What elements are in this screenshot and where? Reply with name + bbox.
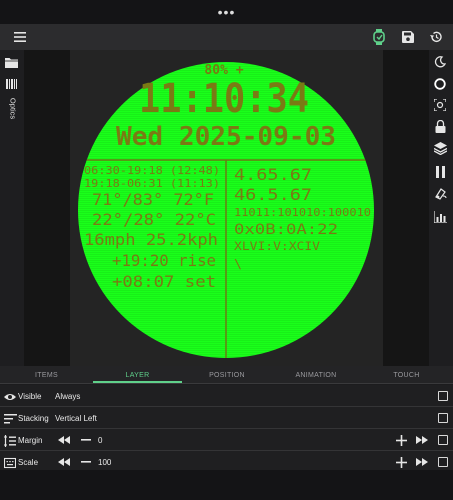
watch-sync-icon[interactable] [370,28,390,46]
history-icon[interactable] [425,28,445,46]
margin-row: Margin 0 [0,429,453,451]
circle-icon[interactable] [434,77,446,95]
focus-frame-icon[interactable] [433,98,447,116]
bottom-bar [0,470,453,500]
palette-icon[interactable] [434,187,447,205]
left-info-line-6: +19:20 rise [112,251,216,270]
margin-fast-decrease-icon[interactable] [57,434,71,446]
left-info-line-2: 19:18-06:31 (11:13) [84,178,220,190]
right-info-line-4: 0x0B:0A:22 [234,222,338,238]
margin-fast-increase-icon[interactable] [415,434,429,446]
stacking-value[interactable]: Vertical Left [55,407,97,429]
left-info-line-7: +08:07 set [112,272,216,291]
main-toolbar [0,24,453,50]
margin-icon [4,434,16,447]
pause-icon[interactable] [436,165,446,183]
right-side-panel [429,50,453,366]
optics-panel-tab[interactable]: Optics [2,76,22,140]
folder-icon[interactable] [5,55,18,73]
right-info-line-6: \ [234,257,242,271]
left-info-line-1: 06:30-19:18 (12:48) [84,165,220,177]
scale-decrease-icon[interactable] [79,456,93,468]
visible-value[interactable]: Always [55,385,80,407]
watch-face-preview[interactable]: 80% + 11:10:34 Wed 2025-09-03 06:30-19:1… [24,50,429,366]
right-info-line-3: 11011:101010:100010 [234,206,371,219]
left-info-line-4: 22°/28° 22°C [92,210,216,229]
stacking-row: Stacking Vertical Left [0,407,453,429]
eye-icon [4,390,16,402]
moon-icon[interactable] [434,55,447,73]
left-info-line-3: 71°/83° 72°F [92,190,214,209]
margin-increase-icon[interactable] [394,434,408,446]
tab-position[interactable]: POSITION [182,366,272,384]
right-info-line-1: 4.65.67 [234,165,312,184]
margin-checkbox[interactable] [438,435,448,445]
date-text: Wed 2025-09-03 [116,122,336,152]
time-text: 11:10:34 [139,76,309,122]
preview-canvas: 80% + 11:10:34 Wed 2025-09-03 06:30-19:1… [24,50,429,366]
scale-fast-increase-icon[interactable] [415,456,429,468]
right-info-line-2: 46.5.67 [234,185,312,204]
visible-checkbox[interactable] [438,391,448,401]
scale-checkbox[interactable] [438,457,448,467]
property-tabs: ITEMS LAYER POSITION ANIMATION TOUCH [0,366,453,384]
left-info-line-5: 16mph 25.2kph [84,230,218,249]
left-side-panel: Optics [0,50,24,366]
stacking-label: Stacking [18,413,49,423]
tab-touch[interactable]: TOUCH [360,366,453,384]
tab-items[interactable]: ITEMS [0,366,93,384]
hamburger-menu-icon[interactable] [10,28,30,46]
margin-decrease-icon[interactable] [79,434,93,446]
active-tab-indicator [93,381,182,383]
margin-label: Margin [18,435,43,445]
window-top-strip: ••• [0,0,453,24]
right-info-line-5: XLVI:V:XCIV [234,239,320,253]
optics-tab-label: Optics [8,97,18,120]
visible-row: Visible Always [0,385,453,407]
layers-icon[interactable] [433,142,448,160]
stacking-icon [4,412,17,424]
save-icon[interactable] [398,28,418,46]
scale-increase-icon[interactable] [394,456,408,468]
visible-label: Visible [18,391,42,401]
chart-icon[interactable] [433,210,447,228]
tab-animation[interactable]: ANIMATION [272,366,360,384]
lock-icon[interactable] [435,119,446,138]
margin-value[interactable]: 0 [98,429,102,451]
scale-fast-decrease-icon[interactable] [57,456,71,468]
scale-icon [3,456,17,469]
more-options-icon[interactable]: ••• [218,5,236,19]
stacking-checkbox[interactable] [438,413,448,423]
